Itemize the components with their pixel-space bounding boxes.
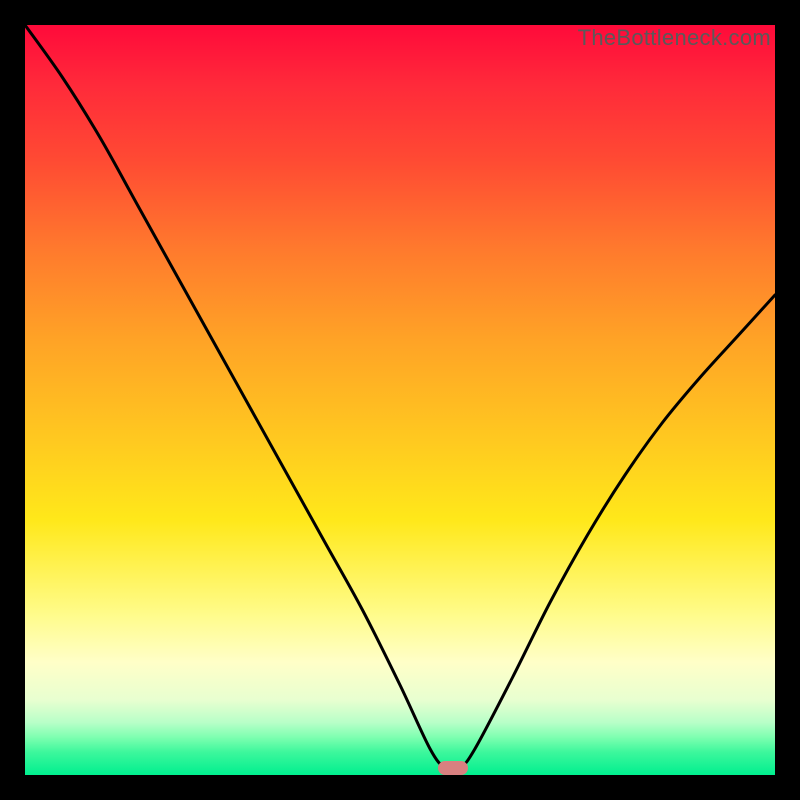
chart-frame: TheBottleneck.com — [25, 25, 775, 775]
bottleneck-curve — [25, 25, 775, 775]
optimal-marker — [438, 761, 468, 775]
watermark: TheBottleneck.com — [578, 25, 771, 51]
